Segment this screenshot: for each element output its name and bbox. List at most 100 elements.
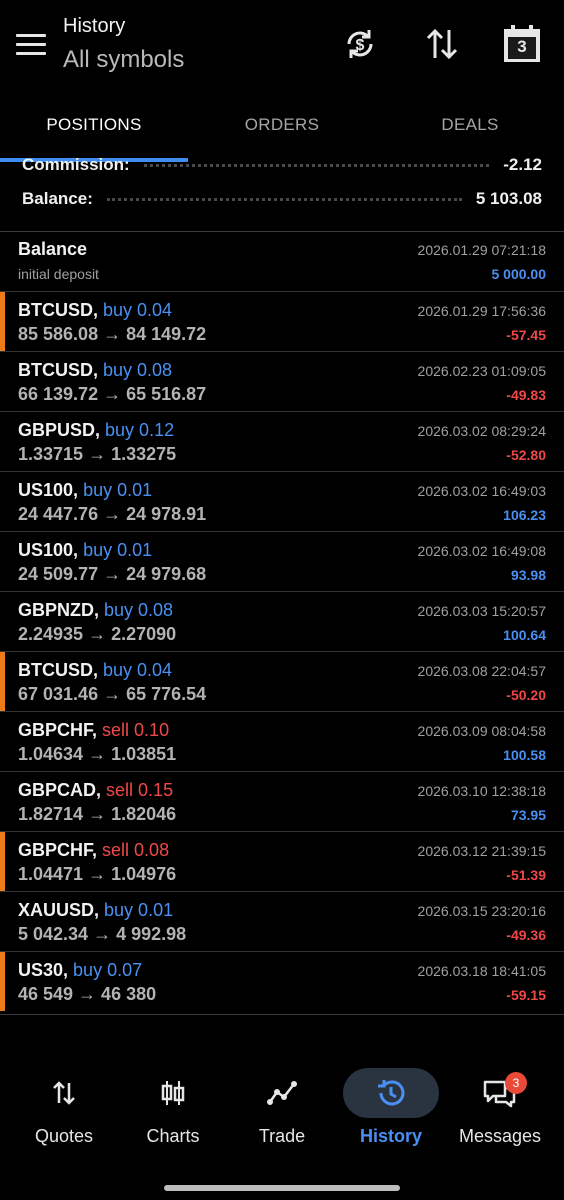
balance-value: 5 103.08 [475, 189, 542, 208]
history-tabs: POSITIONS ORDERS DEALS [0, 92, 564, 162]
nav-history[interactable]: History [336, 1060, 446, 1160]
open-close-prices: 1.33715 → 1.33275 [18, 444, 177, 464]
bottom-navigation: Quotes Charts Trade History 3 Messages [0, 1060, 564, 1160]
position-row[interactable]: GBPUSD, buy 0.12 1.33715 → 1.33275 2026.03… [0, 411, 564, 471]
position-row[interactable]: US100, buy 0.01 24 509.77 → 24 979.68 2026… [0, 531, 564, 591]
symbol-name: XAUUSD, [18, 900, 100, 920]
open-close-prices: 1.04471 → 1.04976 [18, 864, 177, 884]
position-symbol: BTCUSD, buy 0.08 [18, 360, 172, 381]
symbol-name: US100, [18, 480, 79, 500]
symbol-name: US100, [18, 540, 79, 560]
nav-messages[interactable]: 3 Messages [445, 1060, 555, 1160]
trade-icon [234, 1068, 330, 1118]
position-row[interactable]: BTCUSD, buy 0.04 67 031.46 → 65 776.54 202… [0, 651, 564, 711]
trade-direction-volume: buy 0.01 [83, 480, 153, 500]
nav-quotes[interactable]: Quotes [9, 1060, 119, 1160]
balance-row: Balance: 5 103.08 [22, 184, 542, 214]
symbol-name: US30, [18, 960, 69, 980]
position-profit: 73.95 [510, 807, 546, 823]
trade-direction-volume: buy 0.04 [103, 300, 173, 320]
symbol-name: BTCUSD, [18, 660, 98, 680]
position-row[interactable]: GBPCAD, sell 0.15 1.82714 → 1.82046 2026.0… [0, 771, 564, 831]
symbol-name: GBPCHF, [18, 720, 98, 740]
position-time: 2026.03.03 15:20:57 [417, 603, 546, 619]
open-close-prices: 67 031.46 → 65 776.54 [18, 684, 207, 704]
position-row[interactable]: GBPNZD, buy 0.08 2.24935 → 2.27090 2026.03… [0, 591, 564, 651]
position-time: 2026.02.23 01:09:05 [417, 363, 546, 379]
position-row[interactable]: XAUUSD, buy 0.01 5 042.34 → 4 992.98 2026.… [0, 891, 564, 951]
position-profit: 106.23 [503, 507, 546, 523]
balance-entry[interactable]: Balance initial deposit 2026.01.29 07:21… [0, 231, 564, 291]
position-time: 2026.03.18 18:41:05 [417, 963, 546, 979]
home-indicator[interactable] [164, 1185, 400, 1191]
trade-direction-volume: sell 0.10 [102, 720, 170, 740]
trade-direction-volume: buy 0.08 [103, 360, 173, 380]
position-row[interactable]: US100, buy 0.01 24 447.76 → 24 978.91 2026… [0, 471, 564, 531]
symbol-name: GBPUSD, [18, 420, 101, 440]
calendar-icon[interactable]: 3 [502, 24, 542, 64]
sort-icon[interactable] [422, 24, 462, 64]
open-close-prices: 2.24935 → 2.27090 [18, 624, 177, 644]
position-time: 2026.03.12 21:39:15 [417, 843, 546, 859]
balance-label: Balance: [22, 189, 93, 208]
tab-deals[interactable]: DEALS [376, 92, 564, 158]
divider [0, 1014, 564, 1015]
open-close-prices: 5 042.34 → 4 992.98 [18, 924, 187, 944]
position-row[interactable]: BTCUSD, buy 0.04 85 586.08 → 84 149.72 202… [0, 291, 564, 351]
currency-exchange-icon[interactable]: $ [340, 24, 380, 64]
position-symbol: US100, buy 0.01 [18, 540, 152, 561]
balance-entry-description: initial deposit [18, 266, 99, 282]
quotes-icon [16, 1068, 112, 1118]
symbol-name: BTCUSD, [18, 300, 98, 320]
trade-direction-volume: sell 0.08 [102, 840, 170, 860]
position-row[interactable]: US30, buy 0.07 46 549 → 46 380 2026.03.18 … [0, 951, 564, 1011]
position-symbol: US30, buy 0.07 [18, 960, 142, 981]
trade-direction-volume: buy 0.01 [104, 900, 174, 920]
messages-icon [452, 1068, 548, 1118]
menu-icon[interactable] [16, 34, 46, 56]
trade-direction-volume: buy 0.12 [105, 420, 175, 440]
position-profit: -52.80 [506, 447, 546, 463]
position-time: 2026.03.10 12:38:18 [417, 783, 546, 799]
nav-charts[interactable]: Charts [118, 1060, 228, 1160]
open-close-prices: 1.04634 → 1.03851 [18, 744, 177, 764]
trade-direction-volume: buy 0.01 [83, 540, 153, 560]
summary-panel: Commission: -2.12 Balance: 5 103.08 [0, 158, 564, 226]
position-profit: -49.36 [506, 927, 546, 943]
symbol-name: GBPCHF, [18, 840, 98, 860]
position-symbol: BTCUSD, buy 0.04 [18, 660, 172, 681]
nav-trade[interactable]: Trade [227, 1060, 337, 1160]
tab-orders[interactable]: ORDERS [188, 92, 376, 158]
commission-row: Commission: -2.12 [22, 158, 542, 180]
position-row[interactable]: BTCUSD, buy 0.08 66 139.72 → 65 516.87 202… [0, 351, 564, 411]
position-row[interactable]: GBPCHF, sell 0.10 1.04634 → 1.03851 2026.0… [0, 711, 564, 771]
position-row[interactable]: GBPCHF, sell 0.08 1.04471 → 1.04976 2026.0… [0, 831, 564, 891]
position-time: 2026.03.09 08:04:58 [417, 723, 546, 739]
charts-icon [125, 1068, 221, 1118]
position-symbol: US100, buy 0.01 [18, 480, 152, 501]
position-time: 2026.03.08 22:04:57 [417, 663, 546, 679]
symbol-filter[interactable]: All symbols [63, 46, 184, 74]
open-close-prices: 24 447.76 → 24 978.91 [18, 504, 207, 524]
nav-label: Quotes [34, 1126, 94, 1146]
position-profit: 100.58 [503, 747, 546, 763]
position-profit: -49.83 [506, 387, 546, 403]
position-profit: 100.64 [503, 627, 546, 643]
open-close-prices: 24 509.77 → 24 979.68 [18, 564, 207, 584]
position-time: 2026.01.29 17:56:36 [417, 303, 546, 319]
position-time: 2026.03.02 08:29:24 [417, 423, 546, 439]
trade-direction-volume: buy 0.07 [73, 960, 143, 980]
position-marker [0, 952, 5, 1011]
nav-label: Charts [146, 1126, 200, 1146]
position-symbol: GBPCAD, sell 0.15 [18, 780, 173, 801]
tab-positions[interactable]: POSITIONS [0, 92, 188, 158]
open-close-prices: 85 586.08 → 84 149.72 [18, 324, 207, 344]
balance-entry-title: Balance [18, 239, 88, 259]
commission-value: -2.12 [503, 158, 542, 174]
position-symbol: BTCUSD, buy 0.04 [18, 300, 172, 321]
trade-direction-volume: sell 0.15 [106, 780, 174, 800]
calendar-day-label: 3 [517, 37, 527, 56]
dot-leader [143, 163, 490, 167]
symbol-name: GBPCAD, [18, 780, 102, 800]
balance-entry-amount: 5 000.00 [491, 266, 547, 282]
